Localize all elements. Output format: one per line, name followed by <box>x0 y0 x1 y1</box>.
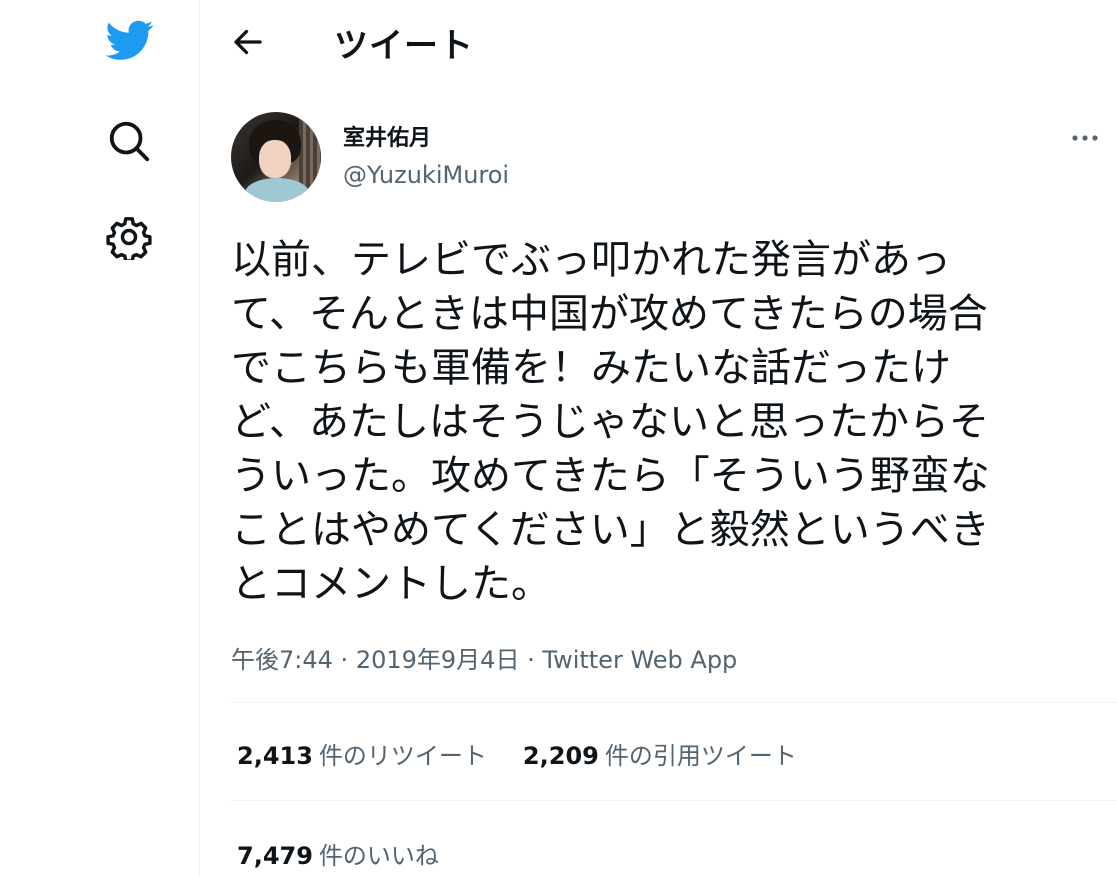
tweet-time[interactable]: 午後7:44 <box>231 646 333 674</box>
tweet-meta: 午後7:44 · 2019年9月4日 · Twitter Web App <box>231 640 737 675</box>
retweets-stat[interactable]: 2,413 件のリツイート <box>237 736 487 771</box>
likes-label: 件のいいね <box>318 842 439 870</box>
divider <box>231 800 1117 801</box>
engagement-stats: 2,413 件のリツイート 2,209 件の引用ツイート <box>237 736 797 771</box>
page-title: ツイート <box>334 26 474 66</box>
main-column: ツイート 室井佑月 @YuzukiMuroi 以前、テレビでぶっ叩かれた発言があ… <box>201 0 1117 876</box>
retweets-count: 2,413 <box>237 742 313 770</box>
tweet-line: 以前、テレビでぶっ叩かれた発言があっ <box>231 237 951 283</box>
search-icon[interactable] <box>106 118 152 164</box>
settings-icon[interactable] <box>106 214 152 260</box>
meta-separator: · <box>340 646 349 674</box>
page-header: ツイート <box>201 0 1117 86</box>
quotes-label: 件の引用ツイート <box>604 742 797 770</box>
likes-count: 7,479 <box>237 842 313 870</box>
tweet-text: 以前、テレビでぶっ叩かれた発言があっ て、そんときは中国が攻めてきたらの場合 で… <box>231 233 1111 611</box>
quotes-stat[interactable]: 2,209 件の引用ツイート <box>523 736 797 771</box>
twitter-logo-icon[interactable] <box>103 16 157 64</box>
sidebar <box>0 0 200 876</box>
avatar[interactable] <box>231 112 321 202</box>
quotes-count: 2,209 <box>522 742 599 770</box>
divider <box>231 702 1117 703</box>
tweet-line: て、そんときは中国が攻めてきたらの場合 <box>231 291 988 337</box>
meta-separator: · <box>527 646 535 674</box>
likes-stat[interactable]: 7,479 件のいいね <box>237 836 439 871</box>
back-arrow-icon[interactable] <box>230 24 266 60</box>
tweet-line: ど、あたしはそうじゃないと思ったからそ <box>231 399 989 445</box>
author-handle[interactable]: @YuzukiMuroi <box>343 161 509 189</box>
tweet-line: でこちらも軍備を！みたいな話だったけ <box>231 345 951 391</box>
tweet-line: ことはやめてください」と毅然というべき <box>231 507 990 553</box>
likes-stats: 7,479 件のいいね <box>237 836 439 871</box>
more-options-icon[interactable] <box>1067 124 1103 152</box>
tweet-line: ういった。攻めてきたら「そういう野蛮な <box>231 453 990 499</box>
tweet-source[interactable]: Twitter Web App <box>542 646 737 674</box>
retweets-label: 件のリツイート <box>318 742 487 770</box>
tweet-line: とコメントした。 <box>231 561 551 607</box>
author-display-name[interactable]: 室井佑月 <box>343 120 431 152</box>
tweet-date[interactable]: 2019年9月4日 <box>356 646 520 674</box>
